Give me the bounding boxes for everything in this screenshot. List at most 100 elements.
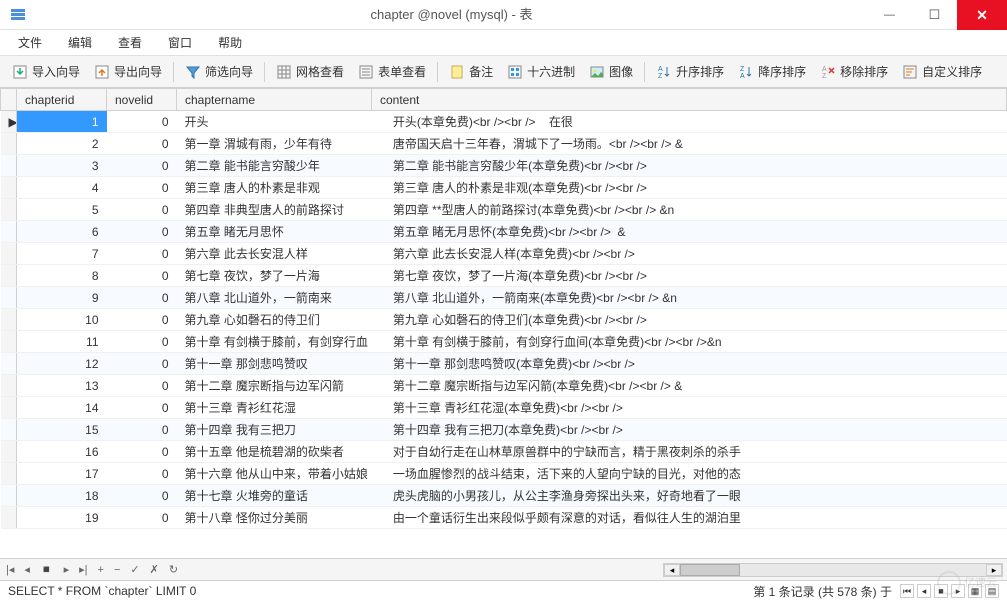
cell-content[interactable]: 第三章 唐人的朴素是非观(本章免费)<br /><br /> bbox=[372, 177, 1007, 199]
cell-chaptername[interactable]: 第十三章 青衫红花湿 bbox=[177, 397, 372, 419]
nav-prev[interactable]: ◂ bbox=[22, 563, 32, 576]
cell-content[interactable]: 第七章 夜饮，梦了一片海(本章免费)<br /><br /> bbox=[372, 265, 1007, 287]
col-novelid-header[interactable]: novelid bbox=[107, 89, 177, 111]
cell-chaptername[interactable]: 第七章 夜饮，梦了一片海 bbox=[177, 265, 372, 287]
menu-view[interactable]: 查看 bbox=[106, 30, 154, 55]
table-row[interactable]: 150第十四章 我有三把刀 第十四章 我有三把刀(本章免费)<br /><br … bbox=[1, 419, 1007, 441]
table-row[interactable]: 80第七章 夜饮，梦了一片海 第七章 夜饮，梦了一片海(本章免费)<br /><… bbox=[1, 265, 1007, 287]
status-page-next-icon[interactable]: ▸ bbox=[951, 584, 965, 598]
cell-novelid[interactable]: 0 bbox=[107, 111, 177, 133]
cell-chapterid[interactable]: 17 bbox=[17, 463, 107, 485]
cell-chapterid[interactable]: 10 bbox=[17, 309, 107, 331]
cell-novelid[interactable]: 0 bbox=[107, 155, 177, 177]
cell-novelid[interactable]: 0 bbox=[107, 309, 177, 331]
cell-chapterid[interactable]: 4 bbox=[17, 177, 107, 199]
table-row[interactable]: 90第八章 北山道外，一箭南来 第八章 北山道外，一箭南来(本章免费)<br /… bbox=[1, 287, 1007, 309]
cell-content[interactable]: 唐帝国天启十三年春，渭城下了一场雨。<br /><br /> & bbox=[372, 133, 1007, 155]
table-row[interactable]: 190第十八章 怪你过分美丽 由一个童话衍生出来段似乎颇有深意的对话，看似往人生… bbox=[1, 507, 1007, 529]
cell-content[interactable]: 第十四章 我有三把刀(本章免费)<br /><br /> bbox=[372, 419, 1007, 441]
data-grid[interactable]: chapterid novelid chaptername content ▶1… bbox=[0, 88, 1007, 559]
nav-last[interactable]: ▸| bbox=[77, 563, 89, 576]
cell-chaptername[interactable]: 第十二章 魔宗断指与边军闪箭 bbox=[177, 375, 372, 397]
cell-chapterid[interactable]: 16 bbox=[17, 441, 107, 463]
cell-content[interactable]: 第二章 能书能言穷酸少年(本章免费)<br /><br /> bbox=[372, 155, 1007, 177]
table-row[interactable]: ▶10开头 开头(本章免费)<br /><br /> 在很 bbox=[1, 111, 1007, 133]
table-row[interactable]: 40第三章 唐人的朴素是非观 第三章 唐人的朴素是非观(本章免费)<br /><… bbox=[1, 177, 1007, 199]
cell-content[interactable]: 一场血腥惨烈的战斗结束，活下来的人望向宁缺的目光，对他的态 bbox=[372, 463, 1007, 485]
table-row[interactable]: 130第十二章 魔宗断指与边军闪箭 第十二章 魔宗断指与边军闪箭(本章免费)<b… bbox=[1, 375, 1007, 397]
status-page-grid-icon[interactable]: ▦ bbox=[968, 584, 982, 598]
table-row[interactable]: 160第十五章 他是梳碧湖的砍柴者 对于自幼行走在山林草原兽群中的宁缺而言，精于… bbox=[1, 441, 1007, 463]
cell-content[interactable]: 第六章 此去长安混人样(本章免费)<br /><br /> bbox=[372, 243, 1007, 265]
nav-del[interactable]: − bbox=[112, 564, 122, 576]
minimize-button[interactable] bbox=[867, 0, 912, 30]
cell-chaptername[interactable]: 第十六章 他从山中来，带着小姑娘 bbox=[177, 463, 372, 485]
maximize-button[interactable] bbox=[912, 0, 957, 30]
sort-desc-button[interactable]: ZA 降序排序 bbox=[732, 60, 812, 83]
cell-chapterid[interactable]: 9 bbox=[17, 287, 107, 309]
cell-chaptername[interactable]: 第九章 心如磬石的侍卫们 bbox=[177, 309, 372, 331]
export-wizard-button[interactable]: 导出向导 bbox=[88, 60, 168, 83]
cell-chapterid[interactable]: 15 bbox=[17, 419, 107, 441]
menu-help[interactable]: 帮助 bbox=[206, 30, 254, 55]
table-row[interactable]: 70第六章 此去长安混人样 第六章 此去长安混人样(本章免费)<br /><br… bbox=[1, 243, 1007, 265]
cell-chapterid[interactable]: 12 bbox=[17, 353, 107, 375]
cell-novelid[interactable]: 0 bbox=[107, 243, 177, 265]
cell-content[interactable]: 第九章 心如磬石的侍卫们(本章免费)<br /><br /> bbox=[372, 309, 1007, 331]
table-row[interactable]: 140第十三章 青衫红花湿 第十三章 青衫红花湿(本章免费)<br /><br … bbox=[1, 397, 1007, 419]
import-wizard-button[interactable]: 导入向导 bbox=[6, 60, 86, 83]
cell-content[interactable]: 由一个童话衍生出来段似乎颇有深意的对话，看似往人生的湖泊里 bbox=[372, 507, 1007, 529]
cell-content[interactable]: 第八章 北山道外，一箭南来(本章免费)<br /><br /> &n bbox=[372, 287, 1007, 309]
cell-chapterid[interactable]: 2 bbox=[17, 133, 107, 155]
status-page-form-icon[interactable]: ▤ bbox=[985, 584, 999, 598]
cell-chapterid[interactable]: 3 bbox=[17, 155, 107, 177]
cell-novelid[interactable]: 0 bbox=[107, 419, 177, 441]
table-row[interactable]: 20第一章 渭城有雨，少年有待 唐帝国天启十三年春，渭城下了一场雨。<br />… bbox=[1, 133, 1007, 155]
scroll-thumb[interactable] bbox=[680, 564, 740, 576]
table-row[interactable]: 30第二章 能书能言穷酸少年 第二章 能书能言穷酸少年(本章免费)<br /><… bbox=[1, 155, 1007, 177]
cell-novelid[interactable]: 0 bbox=[107, 441, 177, 463]
cell-novelid[interactable]: 0 bbox=[107, 265, 177, 287]
cell-chapterid[interactable]: 5 bbox=[17, 199, 107, 221]
cell-novelid[interactable]: 0 bbox=[107, 375, 177, 397]
status-page-prev-icon[interactable]: ◂ bbox=[917, 584, 931, 598]
image-button[interactable]: 图像 bbox=[583, 60, 639, 83]
cell-chaptername[interactable]: 第十一章 那剑悲鸣赞叹 bbox=[177, 353, 372, 375]
cell-novelid[interactable]: 0 bbox=[107, 221, 177, 243]
cell-chapterid[interactable]: 7 bbox=[17, 243, 107, 265]
nav-first[interactable]: |◂ bbox=[4, 563, 16, 576]
cell-chapterid[interactable]: 1 bbox=[17, 111, 107, 133]
cell-chaptername[interactable]: 第八章 北山道外，一箭南来 bbox=[177, 287, 372, 309]
cell-chaptername[interactable]: 第十八章 怪你过分美丽 bbox=[177, 507, 372, 529]
cell-chaptername[interactable]: 开头 bbox=[177, 111, 372, 133]
cell-content[interactable]: 第五章 睹无月思怀(本章免费)<br /><br /> & bbox=[372, 221, 1007, 243]
sort-asc-button[interactable]: AZ 升序排序 bbox=[650, 60, 730, 83]
table-row[interactable]: 60第五章 睹无月思怀 第五章 睹无月思怀(本章免费)<br /><br /> … bbox=[1, 221, 1007, 243]
nav-commit[interactable]: ✓ bbox=[128, 563, 141, 576]
cell-content[interactable]: 第十章 有剑横于膝前，有剑穿行血间(本章免费)<br /><br />&n bbox=[372, 331, 1007, 353]
cell-chaptername[interactable]: 第六章 此去长安混人样 bbox=[177, 243, 372, 265]
cell-novelid[interactable]: 0 bbox=[107, 133, 177, 155]
form-view-button[interactable]: 表单查看 bbox=[352, 60, 432, 83]
nav-next[interactable]: ▸ bbox=[62, 563, 72, 576]
cell-chaptername[interactable]: 第十七章 火堆旁的童话 bbox=[177, 485, 372, 507]
cell-content[interactable]: 第四章 **型唐人的前路探讨(本章免费)<br /><br /> &n bbox=[372, 199, 1007, 221]
table-row[interactable]: 100第九章 心如磬石的侍卫们 第九章 心如磬石的侍卫们(本章免费)<br />… bbox=[1, 309, 1007, 331]
nav-stop[interactable]: ◾ bbox=[38, 563, 56, 576]
filter-wizard-button[interactable]: 筛选向导 bbox=[179, 60, 259, 83]
cell-chaptername[interactable]: 第十五章 他是梳碧湖的砍柴者 bbox=[177, 441, 372, 463]
cell-chaptername[interactable]: 第十章 有剑横于膝前，有剑穿行血 bbox=[177, 331, 372, 353]
cell-novelid[interactable]: 0 bbox=[107, 507, 177, 529]
cell-chaptername[interactable]: 第四章 非典型唐人的前路探讨 bbox=[177, 199, 372, 221]
cell-chaptername[interactable]: 第二章 能书能言穷酸少年 bbox=[177, 155, 372, 177]
table-row[interactable]: 110第十章 有剑横于膝前，有剑穿行血 第十章 有剑横于膝前，有剑穿行血间(本章… bbox=[1, 331, 1007, 353]
cell-content[interactable]: 第十二章 魔宗断指与边军闪箭(本章免费)<br /><br /> & bbox=[372, 375, 1007, 397]
cell-chapterid[interactable]: 13 bbox=[17, 375, 107, 397]
scroll-right-button[interactable]: ▸ bbox=[986, 564, 1002, 576]
cell-chapterid[interactable]: 8 bbox=[17, 265, 107, 287]
cell-novelid[interactable]: 0 bbox=[107, 199, 177, 221]
horizontal-scrollbar[interactable]: ◂ ▸ bbox=[663, 563, 1003, 577]
table-row[interactable]: 120第十一章 那剑悲鸣赞叹 第十一章 那剑悲鸣赞叹(本章免费)<br /><b… bbox=[1, 353, 1007, 375]
col-content-header[interactable]: content bbox=[372, 89, 1007, 111]
grid-view-button[interactable]: 网格查看 bbox=[270, 60, 350, 83]
